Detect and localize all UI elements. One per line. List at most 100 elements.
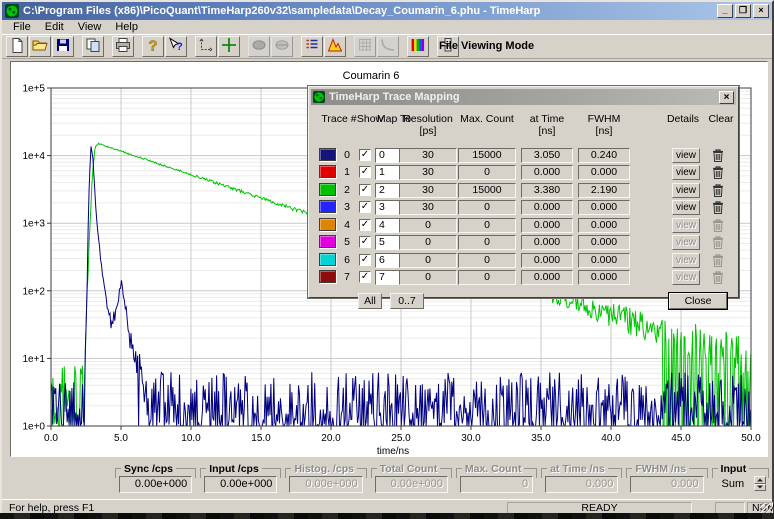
menu-item-help[interactable]: Help <box>108 20 145 34</box>
crosshair-button[interactable] <box>218 36 240 57</box>
toolbar-group <box>248 36 294 57</box>
trace-color-swatch[interactable] <box>319 235 336 248</box>
trace-number: 0 <box>341 148 353 163</box>
title-bar[interactable]: C:\Program Files (x86)\PicoQuant\TimeHar… <box>2 2 772 20</box>
trace-color-swatch[interactable] <box>319 183 336 196</box>
axis-range-icon <box>198 37 214 56</box>
trace-mapping-dialog[interactable]: TimeHarp Trace Mapping × All 0..7 Close … <box>308 86 739 298</box>
map-to-field[interactable]: 5 <box>375 235 401 250</box>
restore-button[interactable]: ❐ <box>735 4 751 18</box>
y-tick-label: 1e+5 <box>22 84 45 95</box>
marker-ellipse-button <box>248 36 270 57</box>
max-count-field: 0 <box>458 218 516 233</box>
spin-down-icon[interactable] <box>754 484 766 492</box>
show-checkbox[interactable]: ✓ <box>359 271 371 283</box>
counter-value: 0.000 <box>545 476 618 493</box>
show-checkbox[interactable]: ✓ <box>359 149 371 161</box>
fwhm-field: 2.190 <box>578 183 630 198</box>
spin-up-icon[interactable] <box>754 476 766 484</box>
copy-button[interactable] <box>82 36 104 57</box>
axis-range-button[interactable] <box>195 36 217 57</box>
minimize-button[interactable]: _ <box>717 4 733 18</box>
view-details-button[interactable]: view <box>672 200 700 215</box>
counter-label: Max. Count <box>462 463 525 475</box>
histogram-button[interactable] <box>324 36 346 57</box>
toolbar-group <box>195 36 241 57</box>
fwhm-field: 0.000 <box>578 200 630 215</box>
trace-color-swatch[interactable] <box>319 148 336 161</box>
save-file-button[interactable] <box>52 36 74 57</box>
context-help-icon: ? <box>168 37 184 56</box>
trace-number: 6 <box>341 253 353 268</box>
counter-sync-cps: Sync /cps0.00e+000 <box>114 463 197 496</box>
max-count-field: 15000 <box>458 183 516 198</box>
map-to-field[interactable]: 3 <box>375 200 401 215</box>
counter-label: Total Count <box>377 463 441 475</box>
show-checkbox[interactable]: ✓ <box>359 166 371 178</box>
menu-item-view[interactable]: View <box>71 20 109 34</box>
clear-trace-icon[interactable] <box>710 148 726 163</box>
toolbar-group <box>301 36 347 57</box>
dialog-title-bar[interactable]: TimeHarp Trace Mapping × <box>311 89 736 105</box>
context-help-button[interactable]: ? <box>165 36 187 57</box>
max-count-field: 0 <box>458 253 516 268</box>
toolbar-group <box>82 36 105 57</box>
counter-input: InputSum <box>711 463 770 496</box>
resolution-field: 0 <box>399 235 457 250</box>
close-dialog-button[interactable]: Close <box>669 293 727 309</box>
column-header: at Time [ns] <box>521 113 573 125</box>
clear-trace-icon <box>710 218 726 233</box>
show-checkbox[interactable]: ✓ <box>359 219 371 231</box>
map-to-field[interactable]: 7 <box>375 270 401 285</box>
clear-trace-icon[interactable] <box>710 183 726 198</box>
dialog-close-icon[interactable]: × <box>719 91 734 104</box>
trace-list-icon <box>304 37 320 56</box>
menu-item-file[interactable]: File <box>6 20 38 34</box>
resolution-field: 0 <box>399 218 457 233</box>
trace-color-swatch[interactable] <box>319 270 336 283</box>
trace-color-swatch[interactable] <box>319 165 336 178</box>
select-range-button[interactable]: 0..7 <box>390 293 424 309</box>
help-button[interactable]: ? <box>142 36 164 57</box>
histogram-icon <box>327 37 343 56</box>
trace-row-4: 4✓400.0000.0000view <box>309 217 738 234</box>
map-to-field[interactable]: 4 <box>375 218 401 233</box>
map-to-field[interactable]: 2 <box>375 183 401 198</box>
crosshair-icon <box>221 37 237 56</box>
show-checkbox[interactable]: ✓ <box>359 254 371 266</box>
trace-color-swatch[interactable] <box>319 253 336 266</box>
print-button[interactable] <box>112 36 134 57</box>
map-to-field[interactable]: 1 <box>375 165 401 180</box>
map-to-field[interactable]: 0 <box>375 148 401 163</box>
x-tick-label: 5.0 <box>114 433 128 444</box>
trace-color-swatch[interactable] <box>319 218 336 231</box>
show-checkbox[interactable]: ✓ <box>359 236 371 248</box>
new-file-button[interactable] <box>6 36 28 57</box>
x-tick-label: 45.0 <box>671 433 691 444</box>
y-tick-label: 1e+0 <box>22 422 45 433</box>
dialog-title: TimeHarp Trace Mapping <box>329 91 719 103</box>
column-header: Resolution [ps] <box>399 113 457 125</box>
menu-item-edit[interactable]: Edit <box>38 20 71 34</box>
counter-label: Sync /cps <box>121 463 176 475</box>
input-spinner[interactable] <box>754 476 766 491</box>
trace-color-swatch[interactable] <box>319 200 336 213</box>
view-details-button[interactable]: view <box>672 183 700 198</box>
svg-text:?: ? <box>176 41 183 53</box>
counter-value: 0.00e+000 <box>289 476 362 493</box>
x-tick-label: 15.0 <box>251 433 271 444</box>
show-checkbox[interactable]: ✓ <box>359 184 371 196</box>
open-file-button[interactable] <box>29 36 51 57</box>
close-button[interactable]: × <box>753 4 769 18</box>
map-to-field[interactable]: 6 <box>375 253 401 268</box>
counter-histog-cps: Histog. /cps0.00e+000 <box>284 463 367 496</box>
show-checkbox[interactable]: ✓ <box>359 201 371 213</box>
view-details-button[interactable]: view <box>672 165 700 180</box>
clear-trace-icon[interactable] <box>710 200 726 215</box>
colors-button[interactable] <box>407 36 429 57</box>
fwhm-field: 0.000 <box>578 235 630 250</box>
select-all-button[interactable]: All <box>358 293 382 309</box>
clear-trace-icon[interactable] <box>710 165 726 180</box>
view-details-button[interactable]: view <box>672 148 700 163</box>
trace-list-button[interactable] <box>301 36 323 57</box>
